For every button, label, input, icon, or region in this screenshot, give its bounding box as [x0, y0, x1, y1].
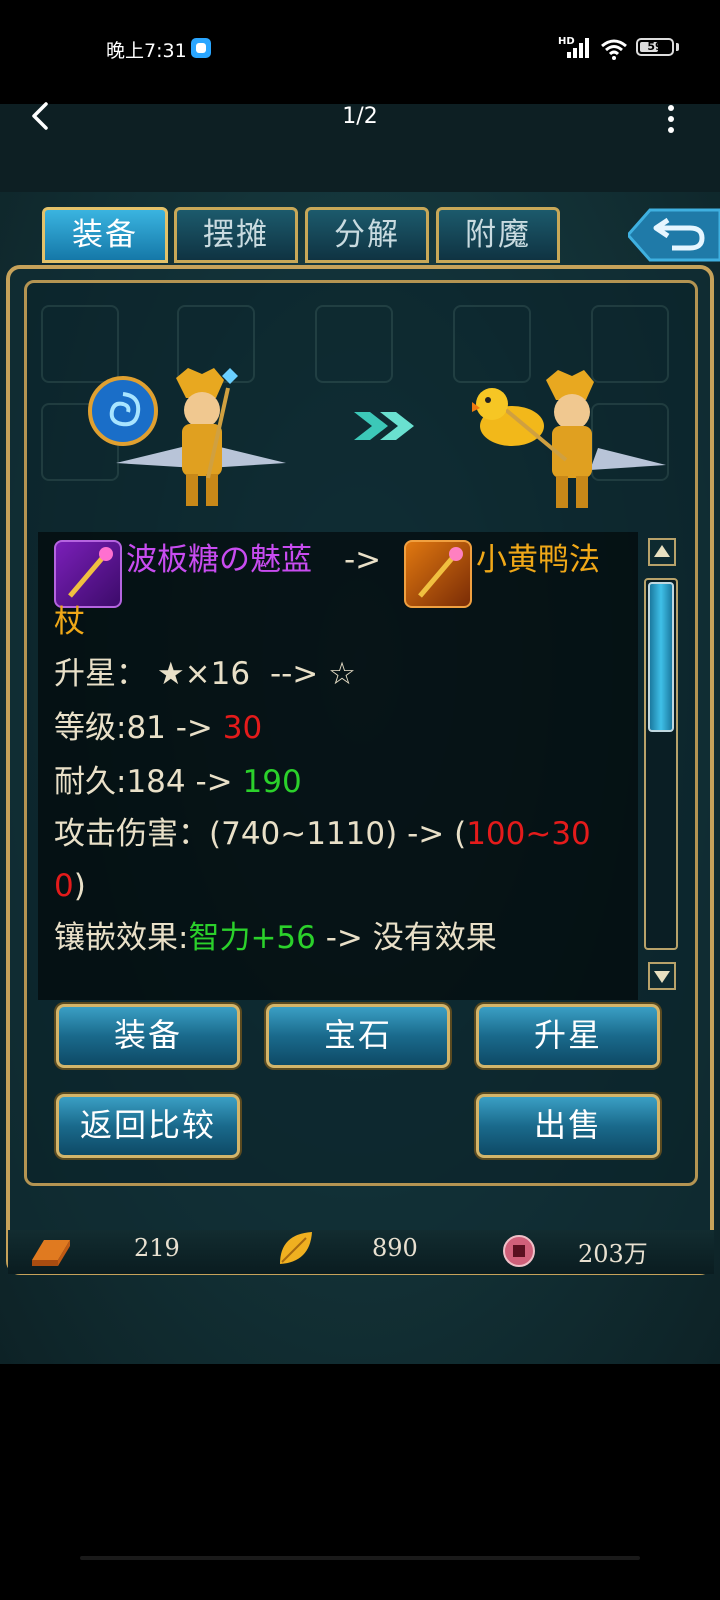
gold-amount: 219 [134, 1234, 180, 1262]
new-item-name: 小黄鸭法 [476, 542, 600, 578]
tab-enchant[interactable]: 附魔 [436, 207, 560, 263]
battery-tip [676, 43, 679, 51]
upgrade-star-button[interactable]: 升星 [476, 1004, 660, 1068]
staff-icon-current [54, 540, 122, 608]
character-sprite-current [116, 368, 286, 506]
page-indicator: 1/2 [342, 104, 378, 129]
upgrade-arrow-icon [354, 412, 414, 440]
sell-button[interactable]: 出售 [476, 1094, 660, 1158]
attack-label: 攻击伤害：(740~1110) -> ( [54, 816, 467, 852]
gem-button[interactable]: 宝石 [266, 1004, 450, 1068]
attack-close: ) [73, 868, 86, 904]
star-arrow: --> [269, 656, 319, 692]
equip-button[interactable]: 装备 [56, 1004, 240, 1068]
battery-level: 59 [647, 40, 663, 53]
scroll-up-button[interactable] [648, 538, 676, 566]
return-button[interactable] [628, 206, 720, 264]
back-to-compare-button[interactable]: 返回比较 [56, 1094, 240, 1158]
home-indicator[interactable] [80, 1556, 640, 1560]
attack-line: 攻击伤害：(740~1110) -> (100~30 [54, 814, 591, 854]
level-label: 等级:81 -> [54, 710, 213, 746]
tab-disassemble[interactable]: 分解 [305, 207, 429, 263]
scrollbar-thumb[interactable] [648, 582, 674, 732]
status-time: 晚上7:31 [106, 40, 187, 62]
old-item-name: 波板糖の魅蓝 [126, 542, 312, 578]
item-arrow: -> [344, 542, 382, 578]
scroll-down-button[interactable] [648, 962, 676, 990]
star-old: ★×16 [156, 656, 251, 692]
staff-icon-new [404, 540, 472, 608]
tab-equipment[interactable]: 装备 [42, 207, 168, 263]
inlay-label: 镶嵌效果: [54, 920, 189, 956]
inlay-arrow: -> [325, 920, 363, 956]
character-sprite-new [506, 370, 666, 508]
attack-new-cont: 0 [54, 868, 74, 904]
new-item-name-cont: 杖 [54, 604, 85, 640]
level-line: 等级:81 -> 30 [54, 708, 262, 748]
battery-icon: 59 [636, 38, 674, 56]
durability-line: 耐久:184 -> 190 [54, 762, 302, 802]
bottom-blank-area [0, 1364, 720, 1600]
star-label: 升星： [54, 656, 147, 692]
star-new: ☆ [328, 656, 356, 692]
inlay-line: 镶嵌效果:智力+56 -> 没有效果 [54, 918, 497, 958]
star-line: 升星： ★×16 --> ☆ [54, 654, 356, 694]
inlay-new: 没有效果 [372, 920, 497, 956]
tab-stall[interactable]: 摆摊 [174, 207, 298, 263]
gold-ingot-icon [32, 1240, 70, 1266]
level-new: 30 [222, 710, 263, 746]
signal-icon [567, 38, 589, 58]
coin-amount: 203万 [578, 1240, 648, 1268]
attack-new: 100~30 [466, 816, 591, 852]
copper-coin-icon [503, 1235, 535, 1267]
inlay-old: 智力+56 [188, 920, 316, 956]
more-options-icon[interactable] [664, 104, 678, 134]
attack-line-cont: 0) [54, 866, 86, 906]
leaf-currency-icon [280, 1232, 312, 1264]
durability-new: 190 [242, 764, 302, 800]
durability-label: 耐久:184 -> [54, 764, 233, 800]
wifi-icon [601, 39, 627, 60]
app-notification-icon [191, 38, 211, 58]
leaf-amount: 890 [372, 1234, 418, 1262]
